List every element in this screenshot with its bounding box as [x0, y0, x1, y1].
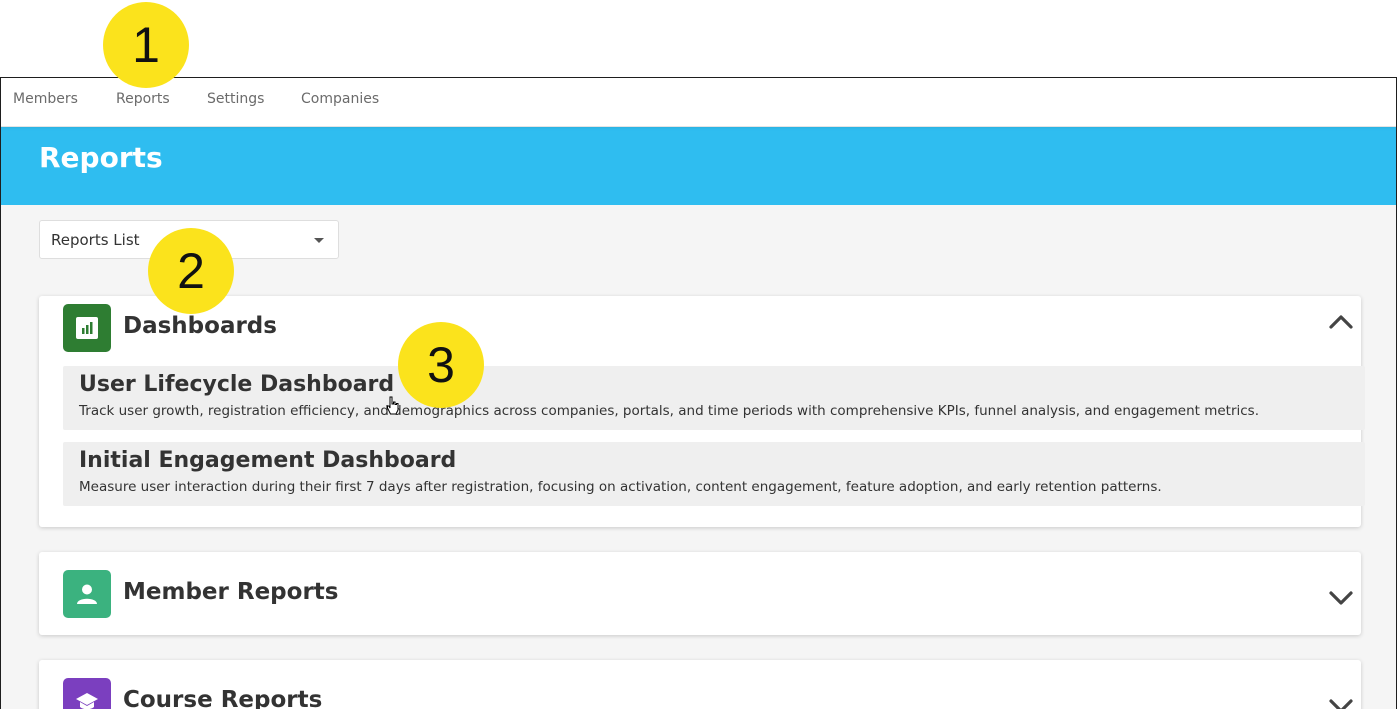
person-icon — [63, 570, 111, 618]
app-window: Members Reports Settings Companies Repor… — [0, 77, 1397, 709]
report-title: User Lifecycle Dashboard — [79, 372, 395, 397]
report-description: Measure user interaction during their fi… — [79, 479, 1162, 495]
chevron-up-icon[interactable] — [1327, 312, 1355, 336]
callout-badge-1: 1 — [103, 2, 189, 88]
page-header-banner: Reports — [1, 127, 1396, 205]
dashboards-card: Dashboards User Lifecycle Dashboard Trac… — [39, 296, 1365, 527]
dashboards-title: Dashboards — [123, 313, 277, 339]
top-navigation: Members Reports Settings Companies — [1, 78, 1396, 127]
member-reports-header[interactable]: Member Reports — [39, 562, 1361, 624]
chevron-down-icon[interactable] — [1327, 696, 1355, 709]
member-reports-title: Member Reports — [123, 579, 339, 605]
report-description: Track user growth, registration efficien… — [79, 403, 1260, 419]
page-title: Reports — [39, 141, 163, 174]
dashboards-header[interactable]: Dashboards — [39, 296, 1361, 358]
caret-down-icon — [314, 238, 324, 243]
callout-badge-2: 2 — [148, 228, 234, 314]
course-reports-header[interactable]: Course Reports — [39, 670, 1361, 709]
member-reports-card: Member Reports — [39, 552, 1361, 635]
nav-reports[interactable]: Reports — [116, 91, 170, 107]
select-value: Reports List — [51, 231, 140, 249]
course-reports-title: Course Reports — [123, 687, 323, 709]
report-initial-engagement-dashboard[interactable]: Initial Engagement Dashboard Measure use… — [63, 442, 1365, 506]
bar-chart-icon — [63, 304, 111, 352]
callout-badge-3: 3 — [398, 322, 484, 408]
nav-companies[interactable]: Companies — [301, 91, 379, 107]
graduation-cap-icon — [63, 678, 111, 709]
report-title: Initial Engagement Dashboard — [79, 448, 457, 473]
nav-settings[interactable]: Settings — [207, 91, 264, 107]
course-reports-card: Course Reports — [39, 660, 1361, 709]
nav-members[interactable]: Members — [13, 91, 78, 107]
report-user-lifecycle-dashboard[interactable]: User Lifecycle Dashboard Track user grow… — [63, 366, 1365, 430]
chevron-down-icon[interactable] — [1327, 588, 1355, 612]
hand-pointer-icon — [386, 396, 400, 420]
